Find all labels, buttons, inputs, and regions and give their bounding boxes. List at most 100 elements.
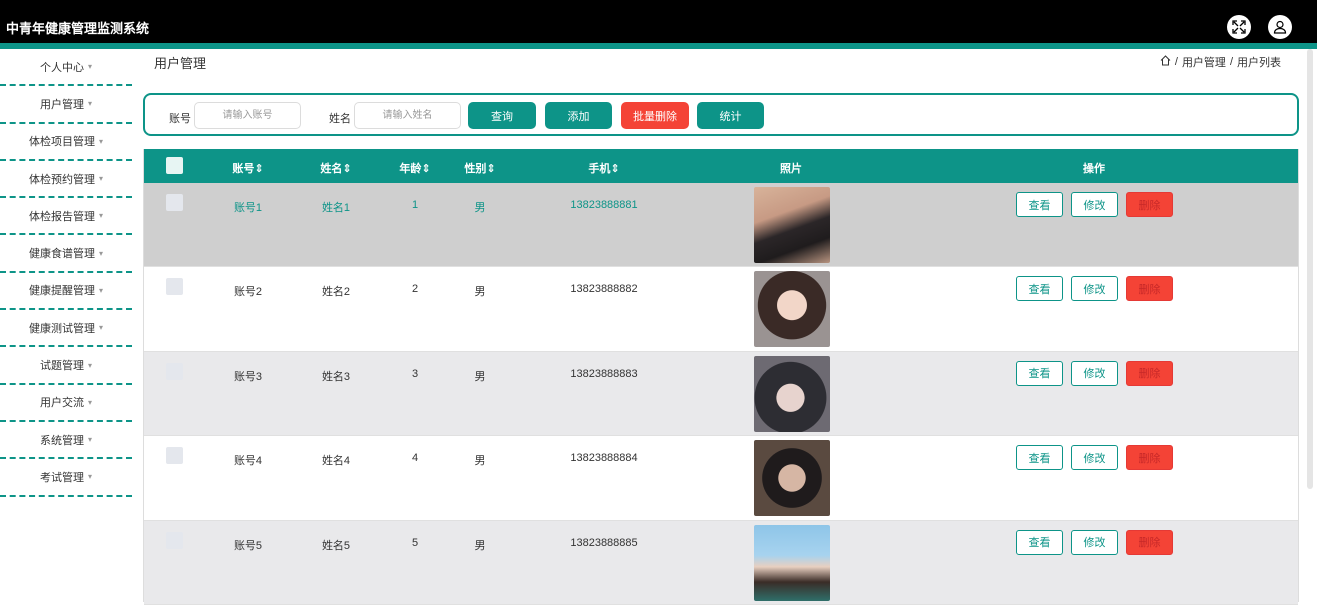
cell-name: 姓名3 [322,368,350,384]
cell-name: 姓名4 [322,452,350,468]
user-photo [754,271,830,347]
main-content: 用户管理 / 用户管理 / 用户列表 账号 姓名 查询 添加 批量删除 统计 账… [132,49,1317,602]
sidebar-item-exam-item-management[interactable]: 体检项目管理▾ [0,124,132,161]
add-button[interactable]: 添加 [545,102,612,129]
sidebar-item-personal-center[interactable]: 个人中心▾ [0,49,132,86]
batch-delete-button[interactable]: 批量删除 [621,102,689,129]
table-row[interactable]: 账号2 姓名2 2 男 13823888882 查看 修改 删除 [144,267,1298,351]
column-header-gender[interactable]: 性别⇕ [464,160,495,176]
chevron-down-icon: ▾ [88,99,92,108]
home-icon[interactable] [1160,55,1171,69]
column-header-account[interactable]: 账号⇕ [232,160,263,176]
view-button[interactable]: 查看 [1016,530,1063,555]
chevron-down-icon: ▾ [88,361,92,370]
delete-button[interactable]: 删除 [1126,361,1173,386]
cell-age: 1 [412,199,418,211]
cell-phone: 13823888882 [570,283,637,295]
edit-button[interactable]: 修改 [1071,192,1118,217]
fullscreen-icon[interactable] [1227,15,1251,39]
sidebar-item-user-management[interactable]: 用户管理▾ [0,86,132,123]
delete-button[interactable]: 删除 [1126,530,1173,555]
name-input[interactable] [354,102,461,129]
cell-account: 账号2 [234,283,262,299]
cell-name: 姓名2 [322,283,350,299]
sidebar-item-health-recipe[interactable]: 健康食谱管理▾ [0,235,132,272]
search-panel: 账号 姓名 查询 添加 批量删除 统计 [143,93,1299,136]
column-header-phone[interactable]: 手机⇕ [588,160,619,176]
name-label: 姓名 [329,110,351,126]
row-checkbox[interactable] [166,532,183,549]
view-button[interactable]: 查看 [1016,192,1063,217]
sidebar-item-user-forum[interactable]: 用户交流▾ [0,385,132,422]
cell-name: 姓名5 [322,537,350,553]
account-label: 账号 [169,110,191,126]
cell-age: 2 [412,283,418,295]
table-row[interactable]: 账号3 姓名3 3 男 13823888883 查看 修改 删除 [144,352,1298,436]
sidebar-item-health-reminder[interactable]: 健康提醒管理▾ [0,273,132,310]
cell-gender: 男 [475,199,486,215]
stats-button[interactable]: 统计 [697,102,764,129]
sidebar-item-health-test[interactable]: 健康测试管理▾ [0,310,132,347]
row-checkbox[interactable] [166,447,183,464]
row-checkbox[interactable] [166,194,183,211]
page-title: 用户管理 [154,53,206,72]
page-scrollbar[interactable] [1307,49,1313,489]
chevron-down-icon: ▾ [99,211,103,220]
cell-gender: 男 [475,452,486,468]
cell-phone: 13823888883 [570,368,637,380]
chevron-down-icon: ▾ [99,286,103,295]
cell-account: 账号1 [234,199,262,215]
cell-account: 账号4 [234,452,262,468]
table-row[interactable]: 账号5 姓名5 5 男 13823888885 查看 修改 删除 [144,521,1298,605]
column-header-name[interactable]: 姓名⇕ [320,160,351,176]
delete-button[interactable]: 删除 [1126,192,1173,217]
row-checkbox[interactable] [166,278,183,295]
user-photo [754,356,830,432]
breadcrumb-separator: / [1175,56,1178,68]
sidebar-item-exam-appointment[interactable]: 体检预约管理▾ [0,161,132,198]
table-row[interactable]: 账号1 姓名1 1 男 13823888881 查看 修改 删除 [144,183,1298,267]
breadcrumb-separator: / [1230,56,1233,68]
row-checkbox[interactable] [166,363,183,380]
sidebar: 个人中心▾ 用户管理▾ 体检项目管理▾ 体检预约管理▾ 体检报告管理▾ 健康食谱… [0,49,132,602]
cell-age: 4 [412,452,418,464]
edit-button[interactable]: 修改 [1071,276,1118,301]
user-table: 账号⇕ 姓名⇕ 年龄⇕ 性别⇕ 手机⇕ 照片 操作 账号1 姓名1 1 男 13… [143,149,1299,602]
sidebar-item-exam-management[interactable]: 考试管理▾ [0,459,132,496]
breadcrumb-user-management[interactable]: 用户管理 [1182,54,1226,70]
select-all-checkbox[interactable] [166,157,183,174]
view-button[interactable]: 查看 [1016,445,1063,470]
edit-button[interactable]: 修改 [1071,361,1118,386]
user-photo [754,440,830,516]
column-header-actions: 操作 [1083,160,1105,176]
sidebar-item-exam-report[interactable]: 体检报告管理▾ [0,198,132,235]
chevron-down-icon: ▾ [99,323,103,332]
user-icon[interactable] [1268,15,1292,39]
chevron-down-icon: ▾ [99,249,103,258]
cell-gender: 男 [475,537,486,553]
chevron-down-icon: ▾ [88,398,92,407]
column-header-age[interactable]: 年龄⇕ [399,160,430,176]
table-header: 账号⇕ 姓名⇕ 年龄⇕ 性别⇕ 手机⇕ 照片 操作 [144,149,1298,183]
cell-account: 账号3 [234,368,262,384]
cell-gender: 男 [475,368,486,384]
view-button[interactable]: 查看 [1016,361,1063,386]
view-button[interactable]: 查看 [1016,276,1063,301]
delete-button[interactable]: 删除 [1126,276,1173,301]
cell-age: 3 [412,368,418,380]
sidebar-item-question-management[interactable]: 试题管理▾ [0,347,132,384]
cell-phone: 13823888881 [570,199,637,211]
edit-button[interactable]: 修改 [1071,445,1118,470]
table-row[interactable]: 账号4 姓名4 4 男 13823888884 查看 修改 删除 [144,436,1298,520]
cell-name: 姓名1 [322,199,350,215]
query-button[interactable]: 查询 [468,102,536,129]
account-input[interactable] [194,102,301,129]
sidebar-item-system-management[interactable]: 系统管理▾ [0,422,132,459]
cell-gender: 男 [475,283,486,299]
delete-button[interactable]: 删除 [1126,445,1173,470]
edit-button[interactable]: 修改 [1071,530,1118,555]
breadcrumb-user-list: 用户列表 [1237,54,1281,70]
chevron-down-icon: ▾ [88,62,92,71]
chevron-down-icon: ▾ [99,137,103,146]
column-header-photo: 照片 [780,160,802,176]
